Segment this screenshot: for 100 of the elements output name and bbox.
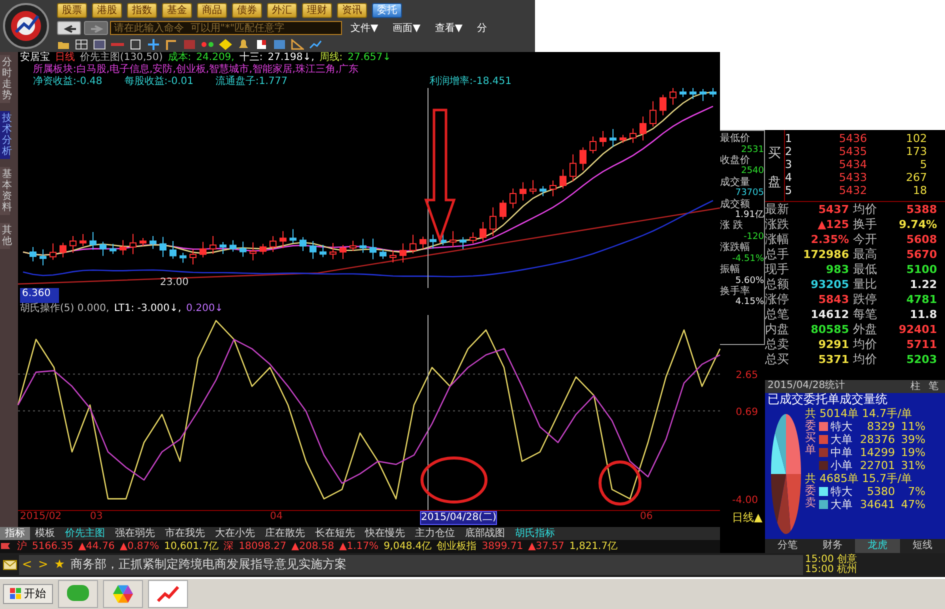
index-amount: 1,821.7亿: [569, 540, 618, 552]
diamond-icon[interactable]: [219, 38, 232, 50]
quote-label: 总卖: [765, 337, 790, 352]
chart-info-text: 周线:: [319, 52, 343, 64]
previous-button[interactable]: <: [19, 558, 36, 572]
summary-value: 73705: [734, 188, 764, 198]
formula-tab[interactable]: 庄在散先: [260, 527, 310, 540]
logo-icon: [2, 2, 50, 50]
next-button[interactable]: >: [35, 558, 52, 572]
size-label: 特大: [830, 484, 854, 498]
percent-value: 39%: [900, 432, 926, 446]
formula-tab[interactable]: 胡氏指标: [510, 527, 560, 540]
quote-label: 每笔: [853, 307, 878, 322]
market-tab[interactable]: 港股: [92, 2, 122, 18]
menu-item[interactable]: 分: [471, 22, 494, 34]
forward-button[interactable]: [84, 21, 108, 36]
start-button[interactable]: 开始: [2, 584, 53, 604]
flag-icon: [0, 542, 12, 552]
indicator-info-text: 0.200↓: [186, 303, 224, 315]
quote-label: 现手: [765, 262, 790, 277]
panel-tab[interactable]: 分笔: [765, 539, 810, 553]
index-name: 深: [224, 540, 234, 552]
panel-tab[interactable]: 龙虎: [855, 539, 900, 553]
formula-tab[interactable]: 市在我先: [160, 527, 210, 540]
pinwheel-app-button[interactable]: [103, 580, 143, 608]
formula-tab[interactable]: 价先主图: [60, 527, 110, 540]
date-label: 03: [90, 511, 103, 522]
summary-value: 4.15%: [734, 297, 764, 308]
formula-tab[interactable]: 大在小先: [210, 527, 260, 540]
mode-button[interactable]: 笔: [924, 380, 942, 393]
formula-tab[interactable]: 底部战图: [460, 527, 510, 540]
star-button[interactable]: ★: [51, 558, 68, 572]
formula-tab[interactable]: 模板: [30, 527, 60, 540]
market-tab[interactable]: 资讯: [337, 2, 367, 18]
grid-icon[interactable]: [75, 38, 88, 50]
quote-value: 11.8: [908, 307, 938, 322]
news-flash[interactable]: 15:00 创意: [805, 555, 945, 565]
index-change: ▲37.57: [528, 540, 564, 552]
mode-button[interactable]: 柱: [906, 380, 924, 393]
market-tab[interactable]: 股票: [57, 2, 87, 18]
chart-window-icon[interactable]: [93, 38, 106, 50]
quote-label: 总额: [765, 277, 790, 292]
panel-tab[interactable]: 财务: [810, 539, 855, 553]
menu-item[interactable]: 文件▼: [344, 22, 384, 34]
menu-item[interactable]: 画面▼: [386, 22, 426, 34]
formula-tab[interactable]: 强在弱先: [110, 527, 160, 540]
summary-label: 最低价: [720, 133, 751, 144]
news-flash[interactable]: 15:00 杭州: [805, 565, 945, 575]
picture-icon[interactable]: [273, 38, 286, 50]
formula-tab[interactable]: 主力仓位: [410, 527, 460, 540]
formula-tab[interactable]: 快在慢先: [360, 527, 410, 540]
volume-value: 14299: [859, 446, 895, 459]
side-tab[interactable]: 其他: [0, 222, 10, 248]
quote-value: 5670: [905, 247, 938, 262]
chart-info-text: 价先主图(130,50): [80, 52, 163, 64]
date-label: 06: [640, 511, 653, 522]
side-tab[interactable]: 技术分析: [0, 110, 10, 158]
formula-tab[interactable]: 指标: [0, 527, 30, 540]
date-label: 04: [270, 511, 283, 522]
quote-label: 均价: [853, 352, 878, 367]
percent-value: 11%: [900, 420, 926, 433]
quote-label: 今开: [853, 232, 878, 247]
flag-icon[interactable]: [255, 38, 268, 50]
index-value: 3899.71: [482, 540, 524, 552]
quote-label: 外盘: [853, 322, 878, 337]
menu-item[interactable]: 查看▼: [428, 22, 469, 34]
cross-arrows-icon[interactable]: [147, 38, 160, 50]
side-tab[interactable]: 分时走势: [0, 54, 10, 102]
ruler-icon[interactable]: [165, 38, 178, 50]
market-tab[interactable]: 理财: [302, 2, 332, 18]
back-button[interactable]: [57, 21, 81, 36]
market-tab[interactable]: 商品: [197, 2, 227, 18]
command-field[interactable]: 请在此输入命令 可以用"*"匹配任意字: [110, 21, 342, 36]
volume-value: 5380: [866, 484, 895, 498]
bid-level: 2: [785, 146, 793, 158]
panel-tab[interactable]: 短线: [900, 539, 945, 553]
triangle-ruler-icon[interactable]: [291, 38, 304, 50]
fundamental-value: 每股收益:-0.01: [124, 76, 194, 87]
index-name: 创业板指: [436, 540, 477, 552]
bell-icon[interactable]: [237, 38, 250, 50]
volume-value: 8329: [866, 420, 895, 433]
index-amount: 9,048.4亿: [384, 540, 432, 552]
chart-info-text: 安居宝: [20, 52, 50, 64]
quote-label: 换手: [853, 217, 878, 232]
market-tab[interactable]: 外汇: [267, 2, 297, 18]
date-label: 2015/02: [20, 511, 62, 522]
news-headline[interactable]: 商务部，正抓紧制定跨境电商发展指导意见实施方案: [70, 558, 346, 572]
market-tab[interactable]: 指数: [127, 2, 157, 18]
trend-icon[interactable]: [309, 38, 322, 50]
axis-label: 2.65: [736, 370, 758, 382]
formula-tab[interactable]: 长在短先: [310, 527, 360, 540]
quote-value: 80585: [810, 322, 850, 337]
trading-app-button[interactable]: [148, 580, 188, 608]
summary-label: 成交量: [720, 176, 751, 188]
square-icon[interactable]: [129, 38, 142, 50]
side-tab[interactable]: 基本资料: [0, 166, 10, 214]
bid-level: 3: [785, 158, 793, 172]
market-tab[interactable]: 基金: [162, 2, 192, 18]
market-tab[interactable]: 债券: [232, 2, 262, 18]
summary-label: 成交额: [720, 198, 751, 210]
